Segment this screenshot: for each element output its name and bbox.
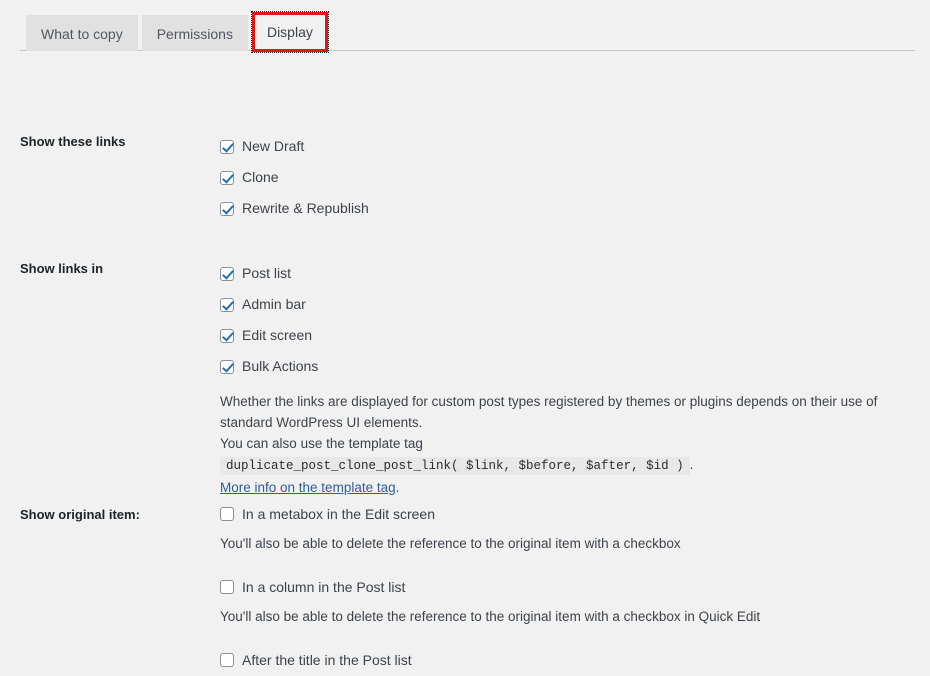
checkbox-row-post-list[interactable]: Post list xyxy=(220,258,912,289)
template-tag-code: duplicate_post_clone_post_link( $link, $… xyxy=(220,457,690,475)
tab-label: Permissions xyxy=(156,26,233,42)
description-paragraph: Whether the links are displayed for cust… xyxy=(220,394,878,430)
option-group-column: In a column in the Post list You'll also… xyxy=(220,571,912,627)
checkbox-label: Clone xyxy=(242,169,279,186)
checkbox-rewrite-republish[interactable] xyxy=(220,201,234,216)
more-info-line: More info on the template tag. xyxy=(220,477,896,498)
checkbox-helper-text: You'll also be able to delete the refere… xyxy=(220,536,681,551)
checkbox-label: In a metabox in the Edit screen xyxy=(242,505,435,522)
checkbox-label: Edit screen xyxy=(242,327,313,344)
checkbox-row-clone[interactable]: Clone xyxy=(220,162,912,193)
section-options: New Draft Clone Rewrite & Republish xyxy=(220,51,930,224)
tab-label: What to copy xyxy=(41,26,123,42)
checkbox-row-edit-screen[interactable]: Edit screen xyxy=(220,320,912,351)
checkbox-label: Bulk Actions xyxy=(242,358,319,375)
section-show-original-item: Show original item: In a metabox in the … xyxy=(0,498,930,676)
section-description: Whether the links are displayed for cust… xyxy=(220,391,896,498)
option-group-metabox: In a metabox in the Edit screen You'll a… xyxy=(220,498,912,554)
display-settings-form: Show these links New Draft Clone Rewrite… xyxy=(0,51,930,676)
section-label: Show original item: xyxy=(20,507,140,522)
checkbox-bulk-actions[interactable] xyxy=(220,359,234,374)
checkbox-label: Post list xyxy=(242,265,292,282)
checkbox-label: Rewrite & Republish xyxy=(242,200,369,217)
checkbox-label: Admin bar xyxy=(242,296,306,313)
tab-display[interactable]: Display xyxy=(250,11,329,53)
template-tag-suffix: . xyxy=(689,457,694,472)
section-options: In a metabox in the Edit screen You'll a… xyxy=(220,498,930,676)
checkbox-label: In a column in the Post list xyxy=(242,578,406,595)
section-show-these-links: Show these links New Draft Clone Rewrite… xyxy=(0,51,930,224)
tab-bar: What to copy Permissions Display xyxy=(0,0,930,53)
tab-what-to-copy[interactable]: What to copy xyxy=(26,15,138,51)
more-info-suffix: . xyxy=(395,480,400,495)
section-show-links-in: Show links in Post list Admin bar Edit s… xyxy=(0,224,930,498)
checkbox-row-new-draft[interactable]: New Draft xyxy=(220,131,912,162)
checkbox-admin-bar[interactable] xyxy=(220,297,234,312)
section-label: Show links in xyxy=(20,261,104,276)
checkbox-helper-text: You'll also be able to delete the refere… xyxy=(220,609,761,624)
checkbox-metabox-edit-screen[interactable] xyxy=(220,507,234,521)
checkbox-label: New Draft xyxy=(242,138,305,155)
template-tag-line: You can also use the template tag duplic… xyxy=(220,433,896,477)
checkbox-row-admin-bar[interactable]: Admin bar xyxy=(220,289,912,320)
checkbox-after-title-post-list[interactable] xyxy=(220,653,234,667)
checkbox-row-column-post-list[interactable]: In a column in the Post list xyxy=(220,571,912,603)
option-group-after-title: After the title in the Post list xyxy=(220,644,912,676)
checkbox-post-list[interactable] xyxy=(220,266,234,281)
checkbox-clone[interactable] xyxy=(220,170,234,185)
tab-label: Display xyxy=(266,24,313,40)
template-tag-prefix: You can also use the template tag xyxy=(220,436,423,451)
checkbox-label: After the title in the Post list xyxy=(242,651,412,668)
checkbox-row-after-title-post-list[interactable]: After the title in the Post list xyxy=(220,644,912,676)
checkbox-row-bulk-actions[interactable]: Bulk Actions xyxy=(220,351,912,382)
checkbox-edit-screen[interactable] xyxy=(220,328,234,343)
section-options: Post list Admin bar Edit screen Bulk Act… xyxy=(220,224,930,498)
checkbox-column-post-list[interactable] xyxy=(220,580,234,594)
tab-permissions[interactable]: Permissions xyxy=(141,15,248,51)
section-label: Show these links xyxy=(20,134,126,149)
checkbox-row-metabox-edit-screen[interactable]: In a metabox in the Edit screen xyxy=(220,498,912,530)
more-info-template-tag-link[interactable]: More info on the template tag xyxy=(220,480,396,495)
checkbox-row-rewrite-republish[interactable]: Rewrite & Republish xyxy=(220,193,912,224)
checkbox-new-draft[interactable] xyxy=(220,139,234,154)
